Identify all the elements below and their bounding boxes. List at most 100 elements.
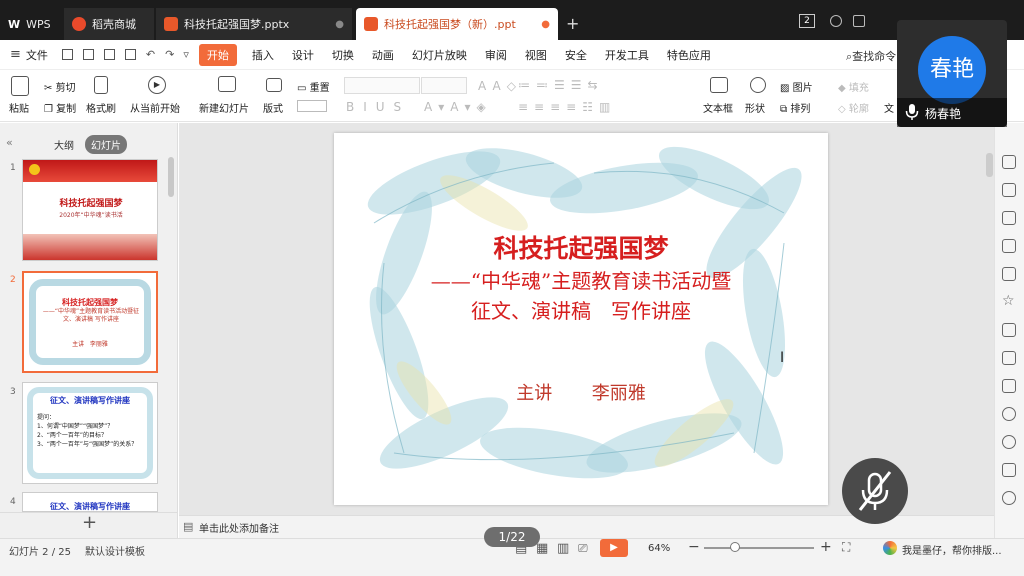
help-icon[interactable] [1002,491,1016,505]
camera-icon[interactable]: ⎚ [578,541,588,556]
zoom-out-icon[interactable]: − [688,539,700,555]
reading-view-icon[interactable]: ▥ [557,541,569,556]
redo-icon[interactable]: ↷ [165,48,174,61]
zoom-in-icon[interactable]: + [820,539,832,555]
fill-button[interactable]: ◆ 填充 [838,79,869,94]
copy-button[interactable]: ❐ 复制 [44,100,76,115]
shirt-icon[interactable] [853,15,865,27]
menu-slideshow[interactable]: 幻灯片放映 [403,47,476,63]
picture-button[interactable]: ▨ 图片 [780,79,813,94]
tab-slides[interactable]: 幻灯片 [85,135,127,154]
slide-subtitle-line2[interactable]: 征文、演讲稿 写作讲座 [334,295,828,324]
tab-daoke[interactable]: 稻壳商城 [64,8,154,40]
menu-insert[interactable]: 插入 [243,47,283,63]
picture-panel-icon[interactable] [1002,379,1016,393]
menu-view[interactable]: 视图 [516,47,556,63]
design-template[interactable]: 默认设计模板 [85,543,145,558]
panel-scrollbar[interactable] [168,157,174,197]
menu-review[interactable]: 审阅 [476,47,516,63]
export-icon[interactable] [82,49,94,60]
current-slide[interactable]: 科技托起强国梦 ——“中华魂”主题教育读书活动暨 征文、演讲稿 写作讲座 主讲 … [334,133,828,505]
skin-icon[interactable] [830,15,842,27]
cut-button[interactable]: ✂ 剪切 [44,79,76,94]
share-icon[interactable] [1002,351,1016,365]
menu-animation[interactable]: 动画 [363,47,403,63]
custom-animation-icon[interactable] [1002,155,1016,169]
video-participant-card[interactable]: 春艳 杨春艳 [897,20,1007,127]
undo-icon[interactable]: ↶ [146,48,155,61]
slide-thumb-2[interactable]: 科技托起强国梦 ——“中华魂”主题教育读书活动暨征文、演讲稿 写作讲座 主讲 李… [22,271,158,373]
slide-sorter-icon[interactable]: ▦ [536,541,548,556]
zoom-slider-handle[interactable] [730,542,740,552]
thumb-subtitle: ——“中华魂”主题教育读书活动暨征文、演讲稿 写作讲座 [42,308,140,323]
slide-thumb-4[interactable]: 征文、演讲稿写作讲座 [22,492,158,512]
from-current-button[interactable]: 从当前开始 [130,100,180,115]
star-icon[interactable]: ☆ [1002,293,1015,309]
speaker-line[interactable]: 主讲 李丽雅 [334,379,828,405]
paste-icon[interactable] [11,76,29,96]
play-slideshow-button[interactable]: ▶ [600,539,628,557]
outline-button[interactable]: ◇ 轮廓 [838,100,869,115]
scroll-thumb[interactable] [986,153,993,177]
library-icon[interactable] [1002,323,1016,337]
textbox-button[interactable]: 文本框 [703,100,733,115]
info-icon[interactable] [1002,463,1016,477]
more-icon[interactable]: ▿ [183,48,189,61]
tab-outline[interactable]: 大纲 [54,137,74,152]
hamburger-icon[interactable]: ≡ [10,47,21,62]
tab-wps[interactable]: W WPS [0,8,62,40]
select-pane-icon[interactable] [1002,211,1016,225]
menu-design[interactable]: 设计 [283,47,323,63]
fit-window-icon[interactable]: ⛶ [842,540,850,555]
muted-mic-button[interactable] [842,458,908,524]
layout-button[interactable]: 版式 [263,100,283,115]
menu-developer[interactable]: 开发工具 [596,47,658,63]
preview-icon[interactable] [124,49,136,60]
search-command[interactable]: ⌕查找命令 [846,48,896,64]
slide-thumb-3[interactable]: 征文、演讲稿写作讲座 提问： 1、何谓“中国梦”“强国梦”？ 2、“两个一百年”… [22,382,158,484]
menu-features[interactable]: 特色应用 [658,47,720,63]
zoom-slider[interactable] [704,547,814,549]
add-slide-icon[interactable]: + [82,512,97,533]
slide-thumb-1[interactable]: 科技托起强国梦 2020年“中华魂”读书活 [22,159,158,261]
settings-icon[interactable] [1002,239,1016,253]
paste-button[interactable]: 粘贴 [9,100,29,115]
new-slide-icon[interactable] [218,76,236,92]
text-tools-button[interactable]: 文 [884,100,894,115]
slide-title[interactable]: 科技托起强国梦 [334,229,828,265]
tab-pptx[interactable]: 科技托起强国梦.pptx ● [156,8,352,40]
assistant-avatar-icon[interactable] [883,541,897,555]
menu-security[interactable]: 安全 [556,47,596,63]
font-name-select[interactable] [344,77,420,94]
menu-file[interactable]: 文件 [21,47,57,63]
window-count-badge[interactable]: 2 [799,14,815,28]
new-slide-button[interactable]: 新建幻灯片 [199,100,249,115]
assistant-text[interactable]: 我是墨仔，帮你排版... [902,542,1002,557]
shape-button[interactable]: 形状 [745,100,765,115]
font-size-select[interactable] [421,77,467,94]
layout-icon[interactable] [266,78,282,92]
slide-subtitle-line1[interactable]: ——“中华魂”主题教育读书活动暨 [334,265,828,294]
zoom-value[interactable]: 64% [648,543,670,554]
format-painter-button[interactable]: 格式刷 [86,100,116,115]
collapse-panel-icon[interactable]: « [6,136,13,149]
shape-icon[interactable] [750,77,766,93]
object-properties-icon[interactable] [1002,183,1016,197]
new-tab-icon[interactable]: + [566,14,579,33]
reset-button[interactable]: ▭ 重置 [297,79,330,94]
design-icon[interactable] [1002,267,1016,281]
menu-transition[interactable]: 切换 [323,47,363,63]
tab-modified-dot-icon[interactable]: ● [541,19,550,30]
section-icon[interactable] [297,100,327,112]
tab-ppt-active[interactable]: 科技托起强国梦（新）.ppt ● [356,8,558,40]
menu-home[interactable]: 开始 [198,43,237,66]
tab-close-icon[interactable]: ● [335,19,344,30]
history-icon[interactable] [1002,435,1016,449]
print-icon[interactable] [103,49,115,60]
audio-icon[interactable] [1002,407,1016,421]
format-painter-icon[interactable] [94,76,108,94]
save-icon[interactable] [61,49,73,60]
arrange-button[interactable]: ⧉ 排列 [780,100,810,115]
play-icon[interactable]: ▶ [148,76,166,94]
textbox-icon[interactable] [710,77,728,93]
